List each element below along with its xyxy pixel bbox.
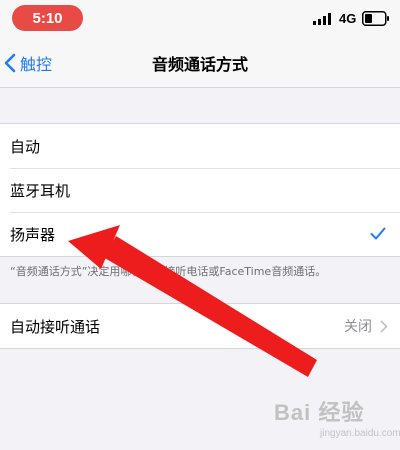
audio-route-options: 自动 蓝牙耳机 扬声器	[0, 123, 400, 257]
watermark-sub: jingyan.baidu.com	[320, 428, 400, 439]
checkmark-icon	[370, 227, 386, 240]
auto-answer-row[interactable]: 自动接听通话 关闭	[0, 304, 400, 348]
page-title: 音频通话方式	[151, 55, 248, 74]
chevron-right-icon	[380, 320, 388, 333]
option-bluetooth[interactable]: 蓝牙耳机	[0, 168, 400, 212]
option-label: 自动	[10, 137, 41, 156]
auto-answer-label: 自动接听通话	[10, 317, 101, 336]
option-speaker[interactable]: 扬声器	[0, 212, 400, 256]
nav-bar: 音频通话方式 触控	[0, 38, 400, 88]
back-button[interactable]: 触控	[0, 38, 52, 88]
status-time: 5:10	[12, 5, 83, 31]
network-type: 4G	[339, 11, 357, 26]
chevron-left-icon	[4, 53, 16, 73]
option-label: 蓝牙耳机	[10, 181, 71, 200]
footer-note: “音频通话方式”决定用哪种方式接听电话或FaceTime音频通话。	[10, 265, 327, 278]
battery-icon	[362, 11, 389, 26]
auto-answer-value: 关闭	[344, 319, 372, 335]
back-label: 触控	[20, 55, 53, 74]
watermark: Bai 经验	[274, 400, 365, 425]
status-bar: 5:10 4G	[0, 0, 400, 38]
option-label: 扬声器	[10, 225, 56, 244]
auto-answer-group: 自动接听通话 关闭	[0, 303, 400, 349]
signal-icon	[313, 13, 331, 25]
option-auto[interactable]: 自动	[0, 124, 400, 168]
